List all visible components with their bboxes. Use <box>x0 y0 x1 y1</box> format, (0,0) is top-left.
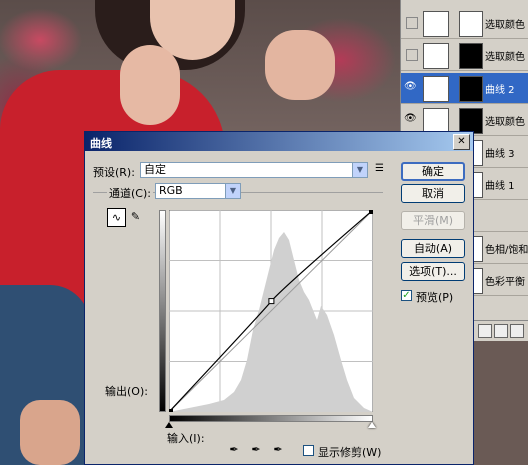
curve-endpoint-white <box>369 210 373 214</box>
adjustment-layer-icon[interactable] <box>478 324 492 338</box>
dialog-title: 曲线 <box>90 137 112 150</box>
channel-select[interactable]: RGB ▼ <box>155 183 241 199</box>
layer-label: 曲线 2 <box>485 85 515 96</box>
cancel-button[interactable]: 取消 <box>401 184 465 203</box>
eye-icon[interactable]: 👁 <box>404 113 417 125</box>
preview-label: 预览(P) <box>416 291 454 304</box>
layer-mask-thumb[interactable] <box>459 11 483 37</box>
preset-select[interactable]: 自定 ▼ <box>140 162 368 178</box>
black-eyedropper-icon[interactable]: ✒ <box>227 443 241 457</box>
white-point-slider[interactable] <box>368 422 376 428</box>
curves-graph[interactable] <box>169 210 373 412</box>
output-label: 输出(O): <box>105 385 148 398</box>
layer-label: 选取颜色 3 <box>485 20 528 31</box>
layer-label: 色相/饱和 <box>485 245 528 256</box>
curve-endpoint-black <box>169 409 173 412</box>
layer-row[interactable]: 选取颜色 2 <box>401 40 528 71</box>
layer-label: 曲线 1 <box>485 181 515 192</box>
photo-hand <box>265 30 335 100</box>
adjustment-thumb-icon <box>423 43 449 69</box>
curves-thumb-icon <box>423 76 449 102</box>
chevron-down-icon[interactable]: ▼ <box>225 184 240 198</box>
photo-leg <box>20 400 80 465</box>
input-gradient-bar <box>169 415 373 422</box>
close-button[interactable]: ✕ <box>453 134 470 150</box>
curve-point-tool-icon[interactable]: ∿ <box>107 208 126 227</box>
layer-row-selected[interactable]: 👁 曲线 2 <box>401 73 528 104</box>
channel-value: RGB <box>159 184 183 197</box>
adjustment-thumb-icon <box>423 11 449 37</box>
preset-value: 自定 <box>144 163 166 176</box>
preset-label: 预设(R): <box>93 166 135 179</box>
show-clipping-label: 显示修剪(W) <box>318 446 382 459</box>
eye-icon[interactable]: 👁 <box>404 81 417 93</box>
black-point-slider[interactable] <box>165 422 173 428</box>
output-gradient-bar <box>159 210 166 412</box>
smooth-button[interactable]: 平滑(M) <box>401 211 465 230</box>
options-button[interactable]: 选项(T)... <box>401 262 465 281</box>
visibility-toggle[interactable] <box>406 49 418 61</box>
curve-control-point <box>268 298 275 305</box>
curves-dialog: 曲线 ✕ 预设(R): 自定 ▼ ☰ 通道(C): RGB ▼ ∿ ✎ 输出(O… <box>84 131 474 465</box>
ok-button[interactable]: 确定 <box>401 162 465 181</box>
new-group-icon[interactable] <box>494 324 508 338</box>
layer-row[interactable]: 选取颜色 3 <box>401 8 528 39</box>
layer-label: 选取颜色 1 <box>485 117 528 128</box>
visibility-toggle[interactable] <box>406 17 418 29</box>
preset-menu-icon[interactable]: ☰ <box>375 163 384 174</box>
layer-mask-thumb[interactable] <box>459 43 483 69</box>
pencil-tool-icon[interactable]: ✎ <box>127 208 144 225</box>
layer-label: 曲线 3 <box>485 149 515 160</box>
white-eyedropper-icon[interactable]: ✒ <box>271 443 285 457</box>
auto-button[interactable]: 自动(A) <box>401 239 465 258</box>
input-label: 输入(I): <box>167 432 205 445</box>
layer-label: 选取颜色 2 <box>485 52 528 63</box>
layer-mask-thumb[interactable] <box>459 76 483 102</box>
gray-eyedropper-icon[interactable]: ✒ <box>249 443 263 457</box>
chevron-down-icon[interactable]: ▼ <box>352 163 367 177</box>
show-clipping-checkbox[interactable] <box>303 445 314 456</box>
preview-checkbox[interactable]: ✓ <box>401 290 412 301</box>
dialog-titlebar[interactable]: 曲线 ✕ <box>85 132 473 151</box>
channel-label: 通道(C): <box>107 185 153 201</box>
layer-label: 色彩平衡 <box>485 277 525 288</box>
photo-arm <box>120 45 180 125</box>
trash-icon[interactable] <box>510 324 524 338</box>
